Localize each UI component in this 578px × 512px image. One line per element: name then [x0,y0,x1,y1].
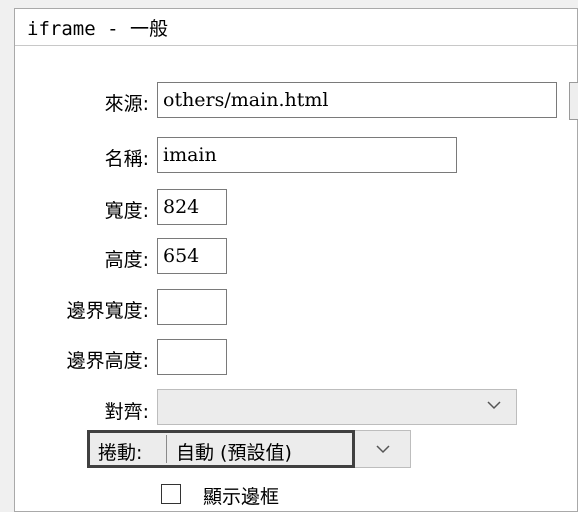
width-input[interactable]: 824 [157,189,227,225]
scrolling-value: 自動 (預設值) [176,442,292,464]
iframe-properties-dialog: iframe - 一般 來源: others/main.html 名稱: ima… [14,8,578,512]
show-border-checkbox[interactable] [161,484,181,504]
margin-width-label: 邊界寬度: [66,300,149,322]
scrolling-label: 捲動: [98,442,143,464]
align-select[interactable] [157,389,517,425]
height-input[interactable]: 654 [157,238,227,274]
chevron-down-icon [487,401,501,410]
height-label: 高度: [104,249,149,271]
scrolling-separator [166,435,167,463]
align-label: 對齊: [104,401,149,423]
dialog-title: iframe - 一般 [15,9,577,46]
chevron-down-icon [376,445,390,454]
margin-height-input[interactable] [157,339,227,375]
margin-height-label: 邊界高度: [66,350,149,372]
name-input[interactable]: imain [157,137,457,173]
name-label: 名稱: [104,148,149,170]
show-border-label: 顯示邊框 [203,486,280,508]
source-input[interactable]: others/main.html [157,82,557,118]
scrolling-dropdown-button[interactable] [355,430,411,468]
margin-width-input[interactable] [157,289,227,325]
width-label: 寬度: [104,200,149,222]
scrolling-select[interactable]: 捲動: 自動 (預設值) [87,430,355,468]
source-label: 來源: [104,93,149,115]
browse-button[interactable] [569,82,578,120]
